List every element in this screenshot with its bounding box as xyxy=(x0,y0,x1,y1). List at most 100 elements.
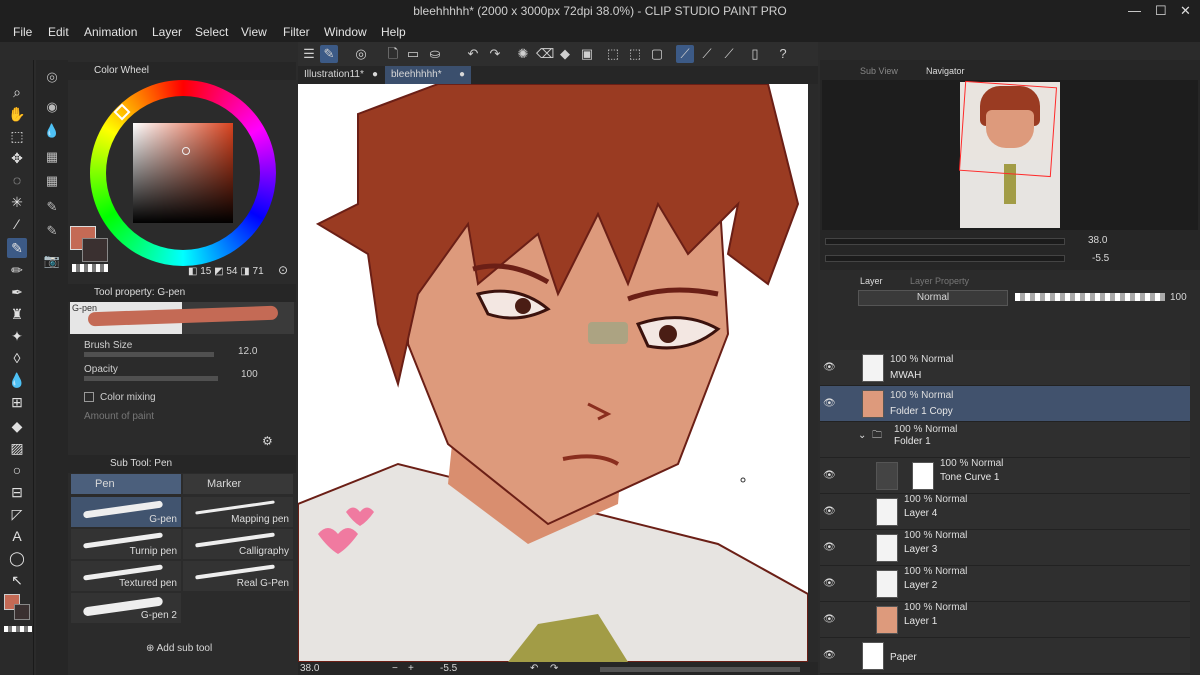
minimize-button[interactable]: — xyxy=(1128,3,1141,18)
status-zoom[interactable]: 38.0 xyxy=(300,663,319,674)
pen-icon[interactable]: ✎ xyxy=(7,238,27,258)
airbrush-icon[interactable]: ♜ xyxy=(7,304,27,324)
frame-icon[interactable]: ⊟ xyxy=(7,482,27,502)
figure-icon[interactable]: ○ xyxy=(7,460,27,480)
snap-grid-icon[interactable]: ⟋ xyxy=(720,45,738,63)
snap-ruler-icon[interactable]: ⟋ xyxy=(676,45,694,63)
pen-mode-icon[interactable]: ✎ xyxy=(320,45,338,63)
eye-icon[interactable]: 👁 xyxy=(823,650,836,661)
tab-close-icon[interactable]: ● xyxy=(372,66,378,84)
menu-layer[interactable]: Layer xyxy=(152,25,182,39)
close-button[interactable]: ✕ xyxy=(1180,3,1191,19)
sub-view-tab[interactable]: Sub View xyxy=(860,66,898,76)
tool-settings-icon[interactable]: ⚙ xyxy=(262,434,273,448)
loading-icon[interactable]: ✺ xyxy=(514,45,532,63)
sub-tool-real-g-pen[interactable]: Real G-Pen xyxy=(183,561,293,591)
save-icon[interactable]: ⛀ xyxy=(426,45,444,63)
auto-select-icon[interactable]: ✳ xyxy=(7,192,27,212)
sub-tool-textured-pen[interactable]: Textured pen xyxy=(71,561,181,591)
layer-icon[interactable]: ◎ xyxy=(352,45,370,63)
grid-icon[interactable]: ⊞ xyxy=(7,392,27,412)
pencil-icon[interactable]: ✏ xyxy=(7,260,27,280)
text-icon[interactable]: A xyxy=(7,526,27,546)
canvas-horizontal-scrollbar[interactable] xyxy=(600,667,800,672)
gradient-icon[interactable]: ▨ xyxy=(7,438,27,458)
blend-icon[interactable]: 💧 xyxy=(7,370,27,390)
blend-mode-select[interactable]: Normal xyxy=(858,290,1008,306)
snap-special-icon[interactable]: ⟋ xyxy=(698,45,716,63)
decoration-icon[interactable]: ✦ xyxy=(7,326,27,346)
correct-line-icon[interactable]: ↖ xyxy=(7,570,27,590)
fill-bucket-icon[interactable]: ◆ xyxy=(7,416,27,436)
sub-tool-group-marker[interactable]: Marker xyxy=(183,474,293,494)
balloon-icon[interactable]: ◯ xyxy=(7,548,27,568)
menu-help[interactable]: Help xyxy=(381,25,406,39)
sub-tool-detail-icon[interactable]: ✎ xyxy=(41,220,63,242)
sub-tool-group-pen[interactable]: Pen xyxy=(71,474,181,494)
zoom-in-icon[interactable]: + xyxy=(408,663,414,674)
navigator-zoom-slider[interactable] xyxy=(825,238,1065,245)
eye-icon[interactable]: 👁 xyxy=(823,542,836,553)
opacity-value[interactable]: 100 xyxy=(241,369,258,380)
menu-filter[interactable]: Filter xyxy=(283,25,310,39)
canvas-vertical-scrollbar[interactable] xyxy=(808,84,818,662)
transform-icon[interactable]: ▣ xyxy=(578,45,596,63)
brush-size-value[interactable]: 12.0 xyxy=(238,346,257,357)
menu-select[interactable]: Select xyxy=(195,25,228,39)
ruler-icon[interactable]: ◸ xyxy=(7,504,27,524)
layer-row-mwah[interactable]: 👁 100 % Normal MWAH xyxy=(820,350,1190,386)
transparent-swatch[interactable] xyxy=(72,264,108,272)
eye-icon[interactable]: 👁 xyxy=(823,614,836,625)
saturation-value-square[interactable] xyxy=(133,123,233,223)
opacity-slider[interactable] xyxy=(84,376,218,381)
layer-row-folder-1[interactable]: ⌄ 🗀 100 % Normal Folder 1 xyxy=(820,422,1190,458)
menu-file[interactable]: File xyxy=(13,25,32,39)
layer-row-layer-2[interactable]: 👁 100 % Normal Layer 2 xyxy=(820,566,1190,602)
deselect-icon[interactable]: ⬚ xyxy=(604,45,622,63)
zoom-out-icon[interactable]: − xyxy=(392,663,398,674)
sub-tool-g-pen[interactable]: G-pen xyxy=(71,497,181,527)
add-sub-tool-button[interactable]: ⊕ Add sub tool xyxy=(146,643,212,654)
navigator-tab[interactable]: Navigator xyxy=(926,66,965,76)
device-icon[interactable]: ▯ xyxy=(746,45,764,63)
sub-tool-turnip-pen[interactable]: Turnip pen xyxy=(71,529,181,559)
status-rotation[interactable]: -5.5 xyxy=(440,663,457,674)
tab-bleehhhhh[interactable]: bleehhhhh* ● xyxy=(385,66,471,84)
eyedropper-icon[interactable]: ⁄ xyxy=(7,214,27,234)
eye-icon[interactable]: 👁 xyxy=(823,362,836,373)
menu-window[interactable]: Window xyxy=(324,25,367,39)
drawing-canvas[interactable] xyxy=(298,84,808,662)
color-mixing-checkbox[interactable] xyxy=(84,392,94,402)
sub-tool-g-pen-2[interactable]: G-pen 2 xyxy=(71,593,181,623)
color-picker-cursor[interactable] xyxy=(182,147,190,155)
navigator-rotate-slider[interactable] xyxy=(825,255,1065,262)
approximate-color-icon[interactable]: ▦ xyxy=(41,170,63,192)
sub-tool-mapping-pen[interactable]: Mapping pen xyxy=(183,497,293,527)
crop-icon[interactable]: ▢ xyxy=(648,45,666,63)
brush-size-slider[interactable] xyxy=(84,352,214,357)
tool-property-icon[interactable]: ✎ xyxy=(41,196,63,218)
layer-opacity-slider[interactable] xyxy=(1015,293,1165,301)
redo-icon[interactable]: ↷ xyxy=(486,45,504,63)
layer-row-folder-1-copy[interactable]: 👁 100 % Normal Folder 1 Copy xyxy=(820,386,1190,422)
maximize-button[interactable]: ☐ xyxy=(1155,3,1167,19)
camera-icon[interactable]: 📷 xyxy=(41,250,63,272)
rotate-right-icon[interactable]: ↷ xyxy=(550,663,558,674)
rotate-left-icon[interactable]: ↶ xyxy=(530,663,538,674)
clear-icon[interactable]: ⌫ xyxy=(536,45,554,63)
navigator-viewport[interactable] xyxy=(958,80,1058,178)
layer-row-tone-curve[interactable]: 👁 100 % Normal Tone Curve 1 xyxy=(820,458,1190,494)
nav-icon[interactable]: ◎ xyxy=(41,66,63,88)
fill-icon[interactable]: ◆ xyxy=(556,45,574,63)
hand-icon[interactable]: ✋ xyxy=(7,104,27,124)
folder-expand-icon[interactable]: ⌄ xyxy=(858,430,866,441)
eye-icon[interactable]: 👁 xyxy=(823,506,836,517)
sub-tool-calligraphy[interactable]: Calligraphy xyxy=(183,529,293,559)
layer-row-paper[interactable]: 👁 Paper xyxy=(820,638,1190,674)
lasso-icon[interactable]: ◌ xyxy=(7,170,27,190)
open-folder-icon[interactable]: ▭ xyxy=(404,45,422,63)
eraser-icon[interactable]: ◊ xyxy=(7,348,27,368)
help-icon[interactable]: ? xyxy=(774,45,792,63)
layer-row-layer-4[interactable]: 👁 100 % Normal Layer 4 xyxy=(820,494,1190,530)
layer-tab[interactable]: Layer xyxy=(860,276,883,286)
